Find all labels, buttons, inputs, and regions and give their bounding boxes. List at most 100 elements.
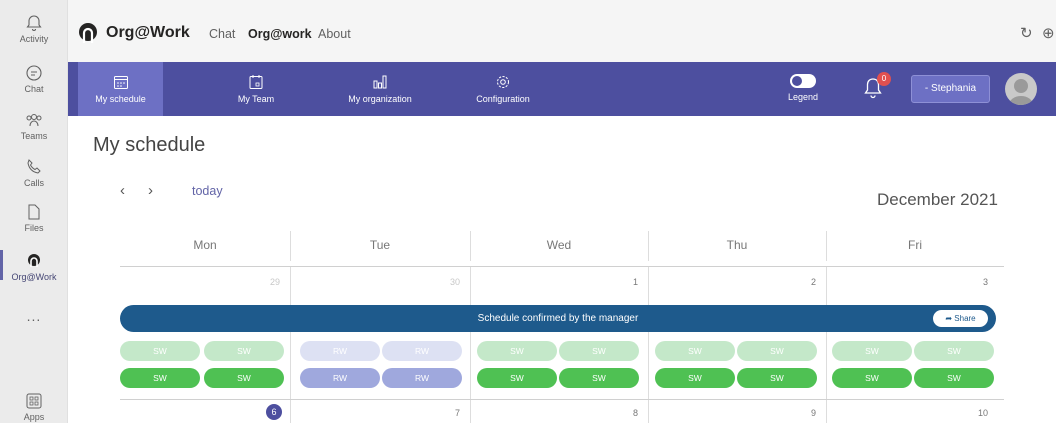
rail-label: Chat (24, 84, 44, 94)
date-10[interactable]: 10 (958, 408, 988, 418)
week-divider (120, 399, 1004, 400)
shift-pill[interactable]: SW (559, 368, 639, 388)
tab-orgwork[interactable]: Org@work (248, 27, 312, 41)
shift-pill[interactable]: RW (300, 368, 380, 388)
column-divider (648, 267, 649, 399)
team-calendar-icon (249, 75, 263, 89)
shift-pill[interactable]: RW (300, 341, 380, 361)
date-9[interactable]: 9 (786, 408, 816, 418)
rail-label: Teams (20, 131, 48, 141)
org-nav-bar: My schedule My Team My organization Conf… (68, 62, 1056, 116)
nav-my-schedule[interactable]: My schedule (78, 62, 163, 116)
day-header-tue: Tue (369, 238, 391, 252)
next-week-button[interactable]: › (148, 182, 153, 199)
calendar-icon (113, 76, 128, 89)
rail-item-apps[interactable]: Apps (0, 392, 68, 422)
column-divider (648, 400, 649, 423)
tab-chat[interactable]: Chat (209, 27, 235, 41)
legend-label: Legend (787, 92, 819, 102)
date-29[interactable]: 29 (250, 277, 280, 287)
header-line (120, 266, 1004, 267)
day-header-mon: Mon (193, 238, 217, 252)
day-header-wed: Wed (546, 238, 572, 252)
column-divider (826, 267, 827, 399)
shift-pill[interactable]: SW (655, 341, 735, 361)
gear-icon (497, 76, 509, 88)
date-7[interactable]: 7 (430, 408, 460, 418)
date-1[interactable]: 1 (608, 277, 638, 287)
column-divider (470, 400, 471, 423)
teams-app-rail: Activity Chat Teams Calls Files Org@Work… (0, 0, 68, 423)
banner-text: Schedule confirmed by the manager (477, 313, 639, 324)
nav-label: My organization (348, 94, 412, 104)
share-label: Share (954, 314, 976, 323)
rail-item-teams[interactable]: Teams (0, 111, 68, 141)
avatar[interactable] (1005, 73, 1037, 105)
date-2[interactable]: 2 (786, 277, 816, 287)
app-title: Org@Work (106, 24, 190, 41)
user-menu-button[interactable]: - Stephania (911, 75, 990, 103)
date-8[interactable]: 8 (608, 408, 638, 418)
user-avatar-icon (1009, 79, 1033, 105)
shift-pill[interactable]: RW (382, 368, 462, 388)
today-button[interactable]: today (192, 184, 223, 198)
refresh-icon[interactable]: ↻ (1020, 24, 1033, 42)
date-30[interactable]: 30 (430, 277, 460, 287)
shift-pill[interactable]: SW (559, 341, 639, 361)
shift-pill[interactable]: SW (477, 368, 557, 388)
share-button[interactable]: ➦ Share (933, 310, 988, 327)
prev-week-button[interactable]: ‹ (120, 182, 125, 199)
shift-pill[interactable]: SW (737, 368, 817, 388)
rail-label: Activity (19, 34, 49, 44)
shift-pill[interactable]: SW (120, 341, 200, 361)
notification-badge: 0 (877, 72, 891, 86)
nav-configuration[interactable]: Configuration (463, 62, 543, 116)
rail-item-chat[interactable]: Chat (0, 64, 68, 94)
nav-my-organization[interactable]: My organization (330, 62, 430, 116)
column-divider (290, 267, 291, 399)
rail-label: Calls (23, 178, 44, 188)
nav-label: Configuration (476, 94, 530, 104)
rail-item-activity[interactable]: Activity (0, 14, 68, 44)
globe-icon[interactable]: ⊕ (1042, 24, 1055, 42)
shift-pill[interactable]: RW (382, 341, 462, 361)
shift-pill[interactable]: SW (832, 368, 912, 388)
column-divider (826, 231, 827, 261)
column-divider (648, 231, 649, 261)
shift-pill[interactable]: SW (477, 341, 557, 361)
shift-pill[interactable]: SW (914, 368, 994, 388)
column-divider (470, 267, 471, 399)
nav-label: My Team (237, 94, 275, 104)
shift-pill[interactable]: SW (832, 341, 912, 361)
day-header-thu: Thu (726, 238, 748, 252)
page-title: My schedule (93, 134, 206, 156)
shift-pill[interactable]: SW (204, 341, 284, 361)
shift-pill[interactable]: SW (120, 368, 200, 388)
shift-pill[interactable]: SW (204, 368, 284, 388)
shift-pill[interactable]: SW (655, 368, 735, 388)
apps-icon (26, 393, 42, 409)
rail-item-more[interactable]: ... (0, 308, 68, 324)
date-3[interactable]: 3 (958, 277, 988, 287)
rail-item-calls[interactable]: Calls (0, 158, 68, 188)
schedule-confirmed-banner: Schedule confirmed by the manager ➦ Shar… (120, 305, 996, 332)
file-icon (28, 204, 40, 220)
column-divider (470, 231, 471, 261)
rail-label: Apps (23, 412, 45, 422)
bell-icon (26, 15, 42, 31)
chat-icon (26, 65, 42, 81)
rail-label: Org@Work (11, 272, 57, 282)
column-divider (290, 400, 291, 423)
rail-item-orgwork[interactable]: Org@Work (0, 250, 68, 282)
toggle-switch[interactable] (790, 74, 816, 88)
legend-toggle[interactable]: Legend (783, 74, 823, 102)
column-divider (826, 400, 827, 423)
rail-item-files[interactable]: Files (0, 203, 68, 233)
app-header: Org@Work Chat Org@work About ↻ ⊕ (68, 0, 1056, 62)
month-label: December 2021 (877, 190, 998, 209)
date-6-today[interactable]: 6 (266, 404, 282, 420)
nav-my-team[interactable]: My Team (216, 62, 296, 116)
tab-about[interactable]: About (318, 27, 351, 41)
shift-pill[interactable]: SW (737, 341, 817, 361)
shift-pill[interactable]: SW (914, 341, 994, 361)
